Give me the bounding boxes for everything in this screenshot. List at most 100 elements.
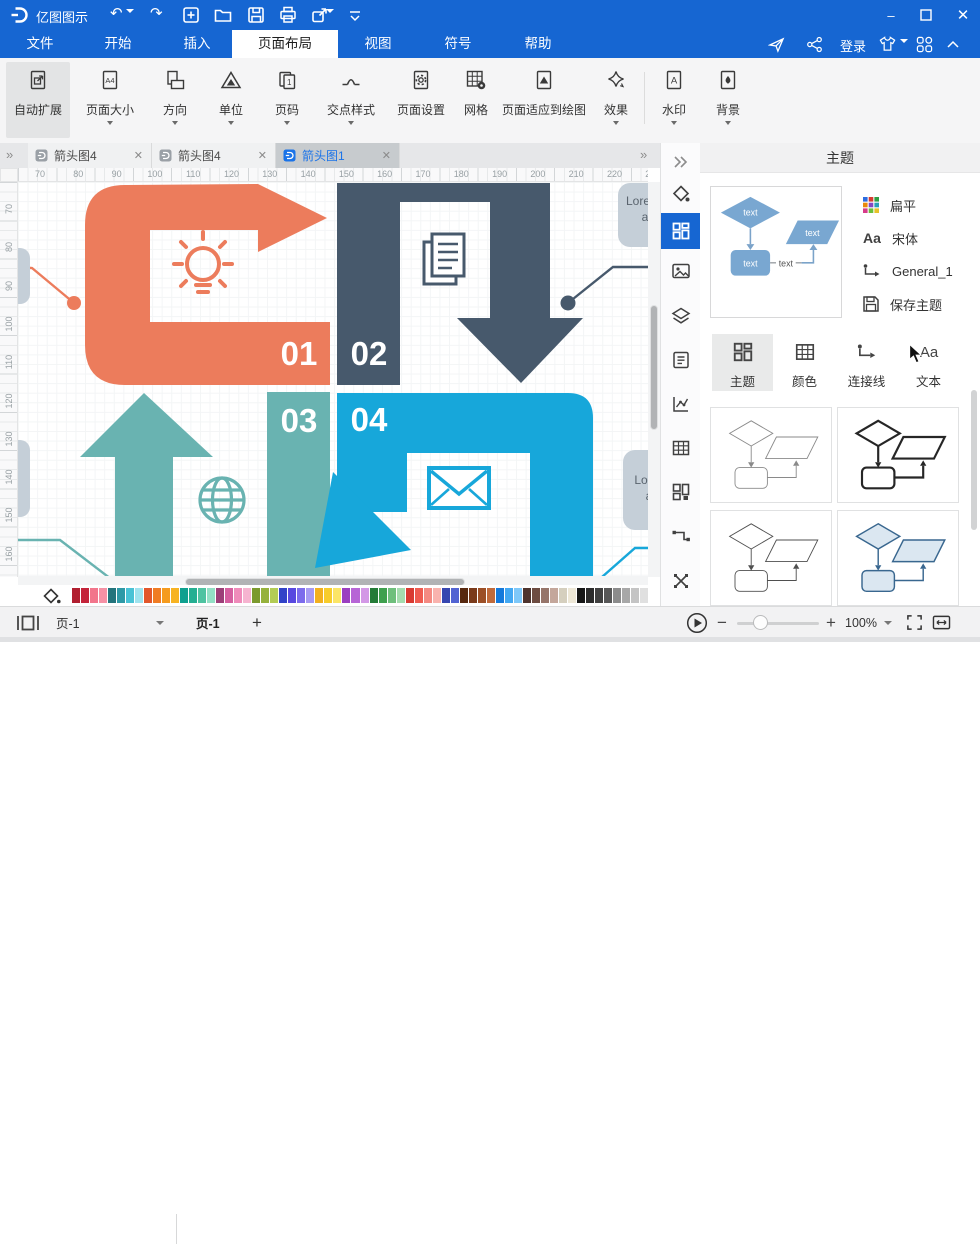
page-tab[interactable]: 页-1	[196, 607, 220, 638]
tab-scroll-left-icon[interactable]: »	[6, 147, 11, 162]
toolbar-page-size[interactable]: A4 页面大小	[76, 62, 144, 138]
tab-scroll-right-icon[interactable]: »	[640, 147, 645, 162]
print-icon[interactable]	[277, 5, 299, 25]
color-swatch[interactable]	[180, 588, 188, 603]
color-swatch[interactable]	[270, 588, 278, 603]
color-swatch[interactable]	[351, 588, 359, 603]
toolbar-effects[interactable]: 效果	[594, 62, 638, 138]
color-swatch[interactable]	[379, 588, 387, 603]
color-swatch[interactable]	[342, 588, 350, 603]
toolbar-watermark[interactable]: A 水印	[652, 62, 696, 138]
save-theme-option[interactable]: 保存主题	[862, 293, 974, 315]
collapse-ribbon-icon[interactable]	[946, 39, 960, 49]
toolbar-page-setup[interactable]: 页面设置	[390, 62, 452, 138]
fill-color-icon[interactable]	[42, 588, 62, 604]
toolbar-orientation[interactable]: 方向	[150, 62, 200, 138]
color-swatch[interactable]	[442, 588, 450, 603]
color-swatch[interactable]	[297, 588, 305, 603]
color-swatch[interactable]	[487, 588, 495, 603]
fill-format-icon[interactable]	[661, 178, 701, 210]
color-swatch[interactable]	[90, 588, 98, 603]
color-swatch[interactable]	[324, 588, 332, 603]
toolbar-crossing-style[interactable]: 交点样式	[316, 62, 386, 138]
panel-tab-colors[interactable]: 颜色	[774, 334, 835, 391]
drawing-canvas[interactable]: 01 02 03	[18, 182, 648, 577]
menu-home[interactable]: 开始	[94, 30, 142, 58]
color-swatch[interactable]	[631, 588, 639, 603]
color-swatch[interactable]	[505, 588, 513, 603]
toolbar-auto-expand[interactable]: 自动扩展	[6, 62, 70, 138]
page-panel-toggle[interactable]	[16, 607, 40, 638]
color-swatch[interactable]	[586, 588, 594, 603]
image-panel-icon[interactable]	[661, 255, 701, 287]
connector-style-panel-icon[interactable]	[661, 520, 701, 552]
color-swatch[interactable]	[595, 588, 603, 603]
v-scrollbar[interactable]	[648, 182, 660, 577]
menu-page-layout[interactable]: 页面布局	[232, 30, 338, 58]
save-icon[interactable]	[245, 5, 267, 25]
color-swatch[interactable]	[99, 588, 107, 603]
customize-quickbar-icon[interactable]	[344, 5, 366, 25]
color-swatch[interactable]	[370, 588, 378, 603]
split-panel-icon[interactable]	[661, 565, 701, 597]
clipart-panel-icon[interactable]	[661, 476, 701, 508]
color-swatch[interactable]	[234, 588, 242, 603]
menu-insert[interactable]: 插入	[173, 30, 221, 58]
page-selector-caret[interactable]	[156, 607, 164, 638]
fullscreen-button[interactable]	[906, 607, 923, 638]
color-swatch[interactable]	[577, 588, 585, 603]
maximize-button[interactable]	[920, 9, 932, 21]
menu-symbols[interactable]: 符号	[434, 30, 482, 58]
color-swatch[interactable]	[433, 588, 441, 603]
color-swatch[interactable]	[469, 588, 477, 603]
theme-connector-option[interactable]: General_1	[862, 260, 974, 282]
zoom-in-button[interactable]: +	[826, 607, 836, 638]
color-swatch[interactable]	[225, 588, 233, 603]
theme-color-scheme-option[interactable]: 扁平	[862, 194, 974, 216]
color-swatch[interactable]	[207, 588, 215, 603]
panel-scrollbar-thumb[interactable]	[971, 390, 977, 530]
zoom-level[interactable]: 100%	[845, 607, 877, 638]
color-swatch[interactable]	[153, 588, 161, 603]
placeholder-box-top-right[interactable]: Lore a	[618, 183, 648, 247]
zoom-caret[interactable]	[884, 607, 892, 638]
table-panel-icon[interactable]	[661, 432, 701, 464]
color-swatch[interactable]	[397, 588, 405, 603]
undo-caret-icon[interactable]	[126, 13, 134, 31]
apps-grid-icon[interactable]	[916, 36, 933, 53]
color-swatch[interactable]	[451, 588, 459, 603]
color-swatch[interactable]	[144, 588, 152, 603]
color-swatch[interactable]	[333, 588, 341, 603]
new-document-icon[interactable]	[180, 5, 202, 25]
add-page-button[interactable]: +	[252, 607, 262, 638]
theme-thumbnail[interactable]	[710, 407, 832, 503]
collapse-panel-icon[interactable]	[661, 146, 701, 178]
menu-view[interactable]: 视图	[354, 30, 402, 58]
redo-icon[interactable]: ↷	[150, 4, 163, 22]
color-swatch[interactable]	[496, 588, 504, 603]
v-scrollbar-thumb[interactable]	[650, 305, 658, 430]
color-swatch[interactable]	[162, 588, 170, 603]
color-swatch[interactable]	[613, 588, 621, 603]
color-swatch[interactable]	[424, 588, 432, 603]
color-swatch[interactable]	[126, 588, 134, 603]
tab-close-icon[interactable]: ✕	[258, 149, 267, 162]
close-button[interactable]: ✕	[948, 0, 978, 30]
minimize-button[interactable]: –	[876, 0, 906, 30]
toolbar-grid[interactable]: 网格	[454, 62, 498, 138]
theme-thumbnail[interactable]	[710, 510, 832, 606]
color-swatch[interactable]	[541, 588, 549, 603]
color-swatch[interactable]	[171, 588, 179, 603]
color-swatch[interactable]	[216, 588, 224, 603]
note-panel-icon[interactable]	[661, 344, 701, 376]
zoom-slider[interactable]	[737, 622, 819, 625]
chart-panel-icon[interactable]	[661, 388, 701, 420]
export-caret-icon[interactable]	[326, 13, 334, 31]
open-file-icon[interactable]	[212, 5, 234, 25]
color-swatch[interactable]	[189, 588, 197, 603]
color-swatch[interactable]	[514, 588, 522, 603]
color-swatch[interactable]	[361, 588, 369, 603]
step3-arrow-shape[interactable]	[80, 393, 213, 577]
login-button[interactable]: 登录	[840, 36, 866, 55]
theme-thumbnail[interactable]	[837, 407, 959, 503]
